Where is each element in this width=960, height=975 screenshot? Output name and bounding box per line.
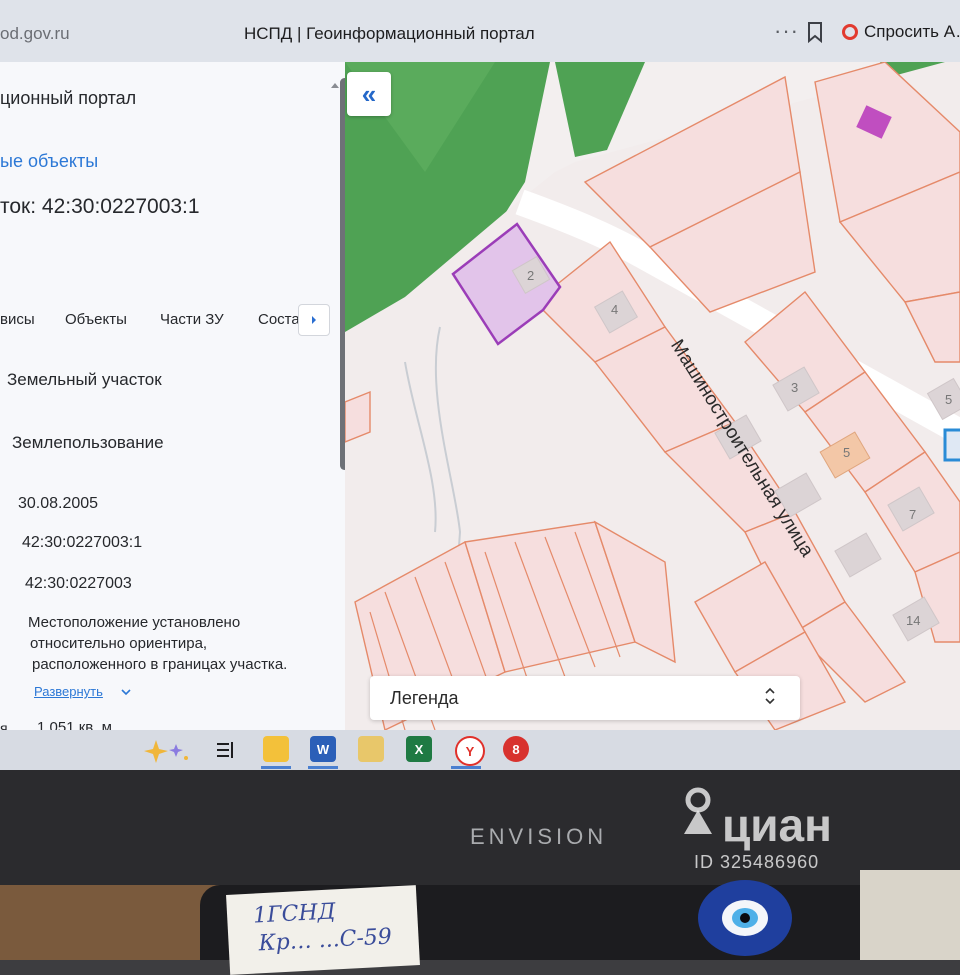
cadastral-map[interactable]: 2 4 3 5 7 14 5: [345, 62, 960, 730]
info-panel: ционный портал ые объекты ток: 42:30:022…: [0, 62, 345, 730]
sparkle-icon[interactable]: [138, 738, 192, 764]
active-indicator: [308, 766, 338, 769]
expand-link[interactable]: Развернуть: [34, 684, 103, 699]
mail-icon[interactable]: [358, 736, 384, 762]
chevron-down-icon[interactable]: [120, 687, 132, 697]
house-number: 7: [909, 507, 917, 522]
active-indicator: [261, 766, 291, 769]
excel-icon[interactable]: X: [406, 736, 432, 762]
wooden-desk: [0, 885, 230, 960]
registration-date-value: 30.08.2005: [18, 495, 99, 512]
cadastral-number-value: 42:30:0227003:1: [22, 534, 143, 551]
task-view-icon[interactable]: [215, 740, 235, 760]
breadcrumb-link[interactable]: ые объекты: [0, 151, 98, 172]
page-title-tab: НСПД | Геоинформационный портал: [244, 24, 535, 43]
tab-composition[interactable]: Соста: [258, 311, 300, 328]
watermark-name: циан: [722, 799, 832, 851]
area-label: я: [0, 720, 8, 730]
object-type-value: Земельный участок: [7, 370, 162, 389]
ask-alice-button[interactable]: Спросить А…: [842, 20, 960, 44]
tab-objects[interactable]: Объекты: [65, 311, 127, 328]
active-indicator: [451, 766, 481, 769]
location-line-2: относительно ориентира,: [30, 635, 208, 652]
collapse-panel-button[interactable]: «: [347, 72, 391, 116]
house-number: 5: [945, 392, 953, 407]
tab-parcel-parts[interactable]: Части ЗУ: [160, 311, 224, 328]
monitor-screen: od.gov.ru НСПД | Геоинформационный порта…: [0, 0, 960, 770]
monitor-brand-logo: ENVISION: [470, 824, 608, 849]
object-subtype-value: Землепользование: [12, 433, 164, 452]
bookmark-icon[interactable]: [804, 20, 826, 44]
more-menu-icon[interactable]: ···: [774, 18, 799, 44]
blue-parcel[interactable]: [943, 428, 960, 462]
chevron-right-icon: [312, 316, 316, 324]
house-number: 3: [791, 380, 799, 395]
evil-eye-amulet: [698, 880, 792, 956]
location-line-1: Местоположение установлено: [28, 614, 241, 631]
double-chevron-left-icon: «: [361, 78, 377, 109]
legend-label: Легенда: [390, 688, 459, 708]
word-icon[interactable]: W: [310, 736, 336, 762]
portal-title: ционный портал: [0, 88, 137, 108]
sticky-note: 1ГСНД Кр… ...С-59: [226, 885, 420, 975]
file-explorer-icon[interactable]: [263, 736, 289, 762]
sticky-note-line-1: 1ГСНД: [252, 899, 337, 929]
sticky-note-line-2: Кр… ...С-59: [257, 924, 393, 957]
browser-toolbar: od.gov.ru НСПД | Геоинформационный порта…: [0, 0, 960, 63]
house-number: 14: [906, 613, 921, 628]
expand-toggle-icon[interactable]: [764, 685, 776, 707]
cadastral-quarter-value: 42:30:0227003: [25, 575, 132, 592]
parcel-heading: ток: 42:30:0227003:1: [0, 195, 200, 218]
tabs-scroll-right-button[interactable]: [298, 304, 330, 336]
alice-icon: [842, 24, 858, 40]
map-canvas[interactable]: [345, 62, 960, 730]
area-value: 1 051 кв. м: [37, 719, 112, 730]
forest-area-2: [555, 62, 645, 157]
location-line-3: расположенного в границах участка.: [32, 656, 288, 673]
location-pin-icon: [684, 787, 712, 834]
watermark-id: ID 325486960: [694, 852, 820, 872]
ask-alice-label: Спросить А…: [864, 22, 960, 41]
scroll-up-icon[interactable]: [331, 82, 339, 90]
house-number: 2: [527, 268, 535, 283]
address-bar-url[interactable]: od.gov.ru: [0, 24, 70, 44]
tab-services[interactable]: висы: [0, 311, 35, 328]
paper-document: [860, 870, 960, 960]
legend-dropdown[interactable]: Легенда: [370, 676, 800, 720]
app-8-icon[interactable]: 8: [503, 736, 529, 762]
house-number: 4: [611, 302, 619, 317]
yandex-browser-icon[interactable]: Y: [455, 736, 485, 766]
house-number: 5: [843, 445, 851, 460]
